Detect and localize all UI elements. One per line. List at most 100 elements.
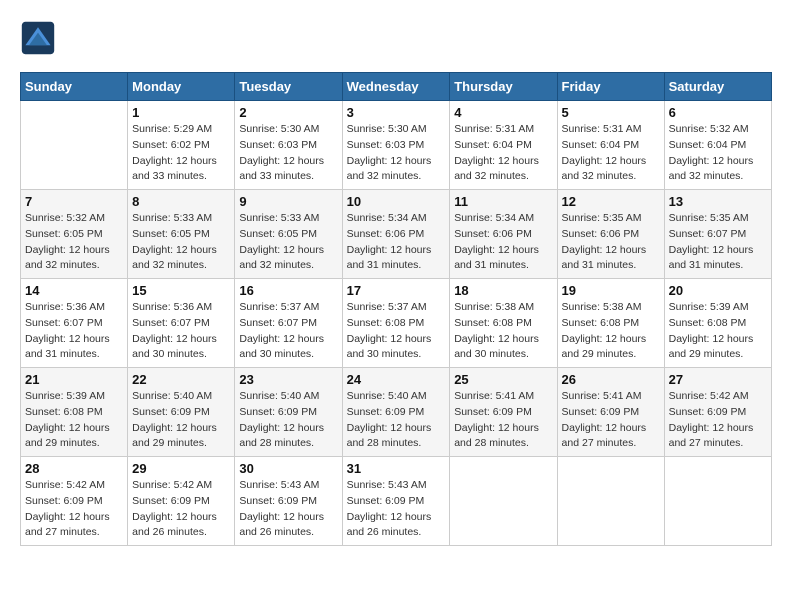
- day-info: Sunrise: 5:39 AMSunset: 6:08 PMDaylight:…: [669, 300, 767, 363]
- day-info: Sunrise: 5:38 AMSunset: 6:08 PMDaylight:…: [562, 300, 660, 363]
- day-number: 12: [562, 194, 660, 209]
- calendar-week-row: 1Sunrise: 5:29 AMSunset: 6:02 PMDaylight…: [21, 101, 772, 190]
- day-info: Sunrise: 5:29 AMSunset: 6:02 PMDaylight:…: [132, 122, 230, 185]
- day-number: 28: [25, 461, 123, 476]
- calendar-cell: 27 Sunrise: 5:42 AMSunset: 6:09 PMDayligh…: [664, 368, 771, 457]
- calendar-cell: [21, 101, 128, 190]
- day-info: Sunrise: 5:30 AMSunset: 6:03 PMDaylight:…: [239, 122, 337, 185]
- calendar-cell: 7 Sunrise: 5:32 AMSunset: 6:05 PMDaylight…: [21, 190, 128, 279]
- day-info: Sunrise: 5:42 AMSunset: 6:09 PMDaylight:…: [669, 389, 767, 452]
- day-number: 4: [454, 105, 552, 120]
- day-number: 22: [132, 372, 230, 387]
- calendar-cell: 19 Sunrise: 5:38 AMSunset: 6:08 PMDayligh…: [557, 279, 664, 368]
- day-info: Sunrise: 5:41 AMSunset: 6:09 PMDaylight:…: [454, 389, 552, 452]
- day-info: Sunrise: 5:31 AMSunset: 6:04 PMDaylight:…: [454, 122, 552, 185]
- page-header: [20, 20, 772, 56]
- day-info: Sunrise: 5:33 AMSunset: 6:05 PMDaylight:…: [239, 211, 337, 274]
- day-number: 26: [562, 372, 660, 387]
- calendar-cell: 22 Sunrise: 5:40 AMSunset: 6:09 PMDayligh…: [128, 368, 235, 457]
- logo: [20, 20, 62, 56]
- calendar-cell: 13 Sunrise: 5:35 AMSunset: 6:07 PMDayligh…: [664, 190, 771, 279]
- day-info: Sunrise: 5:43 AMSunset: 6:09 PMDaylight:…: [239, 478, 337, 541]
- day-info: Sunrise: 5:42 AMSunset: 6:09 PMDaylight:…: [25, 478, 123, 541]
- calendar-cell: 14 Sunrise: 5:36 AMSunset: 6:07 PMDayligh…: [21, 279, 128, 368]
- calendar-cell: 11 Sunrise: 5:34 AMSunset: 6:06 PMDayligh…: [450, 190, 557, 279]
- day-info: Sunrise: 5:39 AMSunset: 6:08 PMDaylight:…: [25, 389, 123, 452]
- calendar-cell: 21 Sunrise: 5:39 AMSunset: 6:08 PMDayligh…: [21, 368, 128, 457]
- day-number: 16: [239, 283, 337, 298]
- day-number: 29: [132, 461, 230, 476]
- calendar-cell: 26Sunrise: 5:41 AMSunset: 6:09 PMDayligh…: [557, 368, 664, 457]
- day-number: 17: [347, 283, 446, 298]
- day-info: Sunrise: 5:32 AMSunset: 6:05 PMDaylight:…: [25, 211, 123, 274]
- day-number: 20: [669, 283, 767, 298]
- day-number: 14: [25, 283, 123, 298]
- day-info: Sunrise: 5:33 AMSunset: 6:05 PMDaylight:…: [132, 211, 230, 274]
- calendar-week-row: 28 Sunrise: 5:42 AMSunset: 6:09 PMDayligh…: [21, 457, 772, 546]
- day-number: 11: [454, 194, 552, 209]
- calendar-week-row: 21 Sunrise: 5:39 AMSunset: 6:08 PMDayligh…: [21, 368, 772, 457]
- day-number: 10: [347, 194, 446, 209]
- calendar-cell: 10 Sunrise: 5:34 AMSunset: 6:06 PMDayligh…: [342, 190, 450, 279]
- day-number: 3: [347, 105, 446, 120]
- calendar-cell: 2 Sunrise: 5:30 AMSunset: 6:03 PMDaylight…: [235, 101, 342, 190]
- day-info: Sunrise: 5:43 AMSunset: 6:09 PMDaylight:…: [347, 478, 446, 541]
- weekday-header-cell: Friday: [557, 73, 664, 101]
- day-number: 24: [347, 372, 446, 387]
- calendar-cell: 12 Sunrise: 5:35 AMSunset: 6:06 PMDayligh…: [557, 190, 664, 279]
- weekday-header-cell: Tuesday: [235, 73, 342, 101]
- day-info: Sunrise: 5:34 AMSunset: 6:06 PMDaylight:…: [454, 211, 552, 274]
- day-info: Sunrise: 5:38 AMSunset: 6:08 PMDaylight:…: [454, 300, 552, 363]
- day-info: Sunrise: 5:35 AMSunset: 6:07 PMDaylight:…: [669, 211, 767, 274]
- day-info: Sunrise: 5:40 AMSunset: 6:09 PMDaylight:…: [239, 389, 337, 452]
- weekday-header-cell: Thursday: [450, 73, 557, 101]
- day-info: Sunrise: 5:42 AMSunset: 6:09 PMDaylight:…: [132, 478, 230, 541]
- calendar-cell: 24 Sunrise: 5:40 AMSunset: 6:09 PMDayligh…: [342, 368, 450, 457]
- day-number: 7: [25, 194, 123, 209]
- calendar-cell: 16 Sunrise: 5:37 AMSunset: 6:07 PMDayligh…: [235, 279, 342, 368]
- day-number: 13: [669, 194, 767, 209]
- day-info: Sunrise: 5:36 AMSunset: 6:07 PMDaylight:…: [25, 300, 123, 363]
- day-number: 23: [239, 372, 337, 387]
- day-number: 27: [669, 372, 767, 387]
- calendar-cell: 20 Sunrise: 5:39 AMSunset: 6:08 PMDayligh…: [664, 279, 771, 368]
- weekday-header-row: SundayMondayTuesdayWednesdayThursdayFrid…: [21, 73, 772, 101]
- calendar-cell: [664, 457, 771, 546]
- day-info: Sunrise: 5:32 AMSunset: 6:04 PMDaylight:…: [669, 122, 767, 185]
- day-info: Sunrise: 5:31 AMSunset: 6:04 PMDaylight:…: [562, 122, 660, 185]
- calendar-cell: [557, 457, 664, 546]
- weekday-header-cell: Wednesday: [342, 73, 450, 101]
- day-info: Sunrise: 5:37 AMSunset: 6:08 PMDaylight:…: [347, 300, 446, 363]
- day-number: 21: [25, 372, 123, 387]
- day-number: 9: [239, 194, 337, 209]
- day-info: Sunrise: 5:35 AMSunset: 6:06 PMDaylight:…: [562, 211, 660, 274]
- calendar-cell: 30Sunrise: 5:43 AMSunset: 6:09 PMDayligh…: [235, 457, 342, 546]
- day-info: Sunrise: 5:36 AMSunset: 6:07 PMDaylight:…: [132, 300, 230, 363]
- day-info: Sunrise: 5:40 AMSunset: 6:09 PMDaylight:…: [132, 389, 230, 452]
- day-number: 2: [239, 105, 337, 120]
- day-info: Sunrise: 5:40 AMSunset: 6:09 PMDaylight:…: [347, 389, 446, 452]
- calendar-cell: [450, 457, 557, 546]
- day-number: 8: [132, 194, 230, 209]
- day-info: Sunrise: 5:34 AMSunset: 6:06 PMDaylight:…: [347, 211, 446, 274]
- day-number: 15: [132, 283, 230, 298]
- calendar-week-row: 7 Sunrise: 5:32 AMSunset: 6:05 PMDaylight…: [21, 190, 772, 279]
- calendar-cell: 6 Sunrise: 5:32 AMSunset: 6:04 PMDaylight…: [664, 101, 771, 190]
- day-info: Sunrise: 5:37 AMSunset: 6:07 PMDaylight:…: [239, 300, 337, 363]
- calendar-cell: 15 Sunrise: 5:36 AMSunset: 6:07 PMDayligh…: [128, 279, 235, 368]
- calendar-cell: 5 Sunrise: 5:31 AMSunset: 6:04 PMDaylight…: [557, 101, 664, 190]
- day-number: 5: [562, 105, 660, 120]
- day-number: 6: [669, 105, 767, 120]
- weekday-header-cell: Monday: [128, 73, 235, 101]
- calendar-cell: 3 Sunrise: 5:30 AMSunset: 6:03 PMDaylight…: [342, 101, 450, 190]
- day-number: 19: [562, 283, 660, 298]
- calendar-cell: 1Sunrise: 5:29 AMSunset: 6:02 PMDaylight…: [128, 101, 235, 190]
- calendar-cell: 9 Sunrise: 5:33 AMSunset: 6:05 PMDaylight…: [235, 190, 342, 279]
- calendar-week-row: 14 Sunrise: 5:36 AMSunset: 6:07 PMDayligh…: [21, 279, 772, 368]
- day-info: Sunrise: 5:30 AMSunset: 6:03 PMDaylight:…: [347, 122, 446, 185]
- weekday-header-cell: Saturday: [664, 73, 771, 101]
- calendar-cell: 29 Sunrise: 5:42 AMSunset: 6:09 PMDayligh…: [128, 457, 235, 546]
- calendar-cell: 17 Sunrise: 5:37 AMSunset: 6:08 PMDayligh…: [342, 279, 450, 368]
- calendar-cell: 18Sunrise: 5:38 AMSunset: 6:08 PMDayligh…: [450, 279, 557, 368]
- calendar-table: SundayMondayTuesdayWednesdayThursdayFrid…: [20, 72, 772, 546]
